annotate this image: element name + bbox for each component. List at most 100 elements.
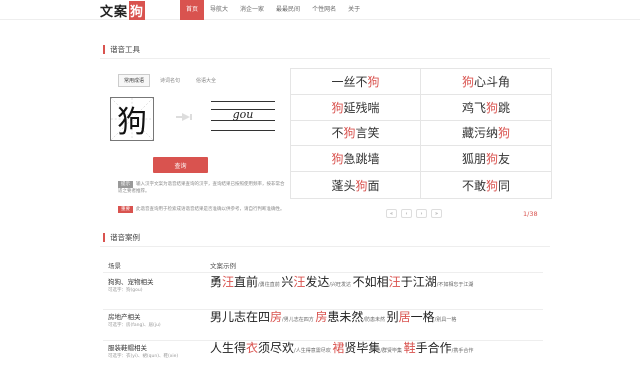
tool-tab[interactable]: 俗语大全 <box>190 74 222 87</box>
pinyin-text: gou <box>232 108 254 121</box>
idiom-cell[interactable]: 狗心斗角 <box>421 69 551 95</box>
idiom-text: 鸡飞 <box>461 100 486 115</box>
nav-item[interactable]: 个性网名 <box>306 0 342 20</box>
logo-text: 文案 <box>100 4 129 20</box>
scene-title: 狗狗、宠物相关 <box>108 278 154 286</box>
idiom-text: 不敢 <box>461 178 486 193</box>
page-count: 1/38 <box>523 210 538 218</box>
main-nav: 首页 导航大 消企一家 最最民间 个性网名 关于 <box>180 0 366 20</box>
example-text: 男儿志在四 <box>210 310 271 324</box>
example-text: 不如相 <box>352 275 389 289</box>
example-highlight: 鞋 <box>403 341 416 355</box>
idiom-cell[interactable]: 藏污纳狗 <box>421 121 551 147</box>
case-example: 勇汪直前/勇往直前 兴汪发达/兴旺发达 不如相汪于江湖/不如相忘于江湖 <box>210 276 543 292</box>
tool-tabs: 常用成语 诗词名句 俗语大全 <box>118 74 222 87</box>
idiom-highlight: 狗 <box>331 152 344 167</box>
idiom-cell[interactable]: 狗延残喘 <box>291 94 421 121</box>
idiom-cell[interactable]: 狐朋狗友 <box>421 146 551 173</box>
example-text: 人生得 <box>210 341 247 355</box>
scene-title: 服装鞋帽相关 <box>108 344 147 352</box>
tip-tag: 提示 <box>118 181 133 188</box>
site-logo[interactable]: 文案狗 <box>100 0 146 20</box>
idiom-text: 藏污纳 <box>461 126 498 141</box>
scene-title: 房地产相关 <box>108 313 141 321</box>
example-highlight: 汪 <box>222 275 235 289</box>
idiom-text: 心斗角 <box>474 74 511 89</box>
pinyin-display: gou <box>211 101 275 131</box>
input-char: 狗 <box>117 105 147 140</box>
tip-1: 提示 输入汉字文案为谐音结果查询的汉字，查询结果已按照使用频率，按非常合适之要者推… <box>118 181 288 195</box>
tool-section-divider <box>100 58 550 59</box>
case-section-divider <box>100 246 550 247</box>
example-text: 直前 <box>234 275 259 289</box>
query-button[interactable]: 查询 <box>153 157 208 173</box>
idiom-highlight: 狗 <box>485 152 498 167</box>
logo-highlight: 狗 <box>129 0 146 20</box>
example-text: 发达 <box>305 275 330 289</box>
scene-chars: 可选字：衣(yi)、裙(qun)、鞋(xie) <box>108 354 179 359</box>
case-example: 男儿志在四房/男儿志在四方 房患未然/防患未然 别居一格/别具一格 <box>210 311 543 327</box>
idiom-cell[interactable]: 不敢狗同 <box>421 172 551 198</box>
idiom-text: 言笑 <box>355 126 380 141</box>
example-text: 一格 <box>410 310 435 324</box>
idiom-highlight: 狗 <box>343 126 356 141</box>
example-text: 兴 <box>281 275 294 289</box>
idiom-text: 狐朋 <box>461 152 486 167</box>
example-text: /不如相忘于江湖 <box>436 282 474 288</box>
example-highlight: 汪 <box>293 275 306 289</box>
example-text: 贤毕集 <box>344 341 381 355</box>
case-scene: 服装鞋帽相关可选字：衣(yi)、裙(qun)、鞋(xie) <box>108 344 198 360</box>
nav-item[interactable]: 消企一家 <box>234 0 270 20</box>
nav-item[interactable]: 关于 <box>342 0 366 20</box>
idiom-cell[interactable]: 一丝不狗 <box>291 69 421 95</box>
case-section-title: 谐音案例 <box>103 233 140 242</box>
example-text: /人生得意需尽欢 <box>294 348 333 354</box>
idiom-highlight: 狗 <box>355 178 368 193</box>
example-highlight: 房 <box>270 310 283 324</box>
case-example: 人生得衣须尽欢/人生得意需尽欢 裙贤毕集/群贤毕集 鞋手合作/携手合作 <box>210 342 543 358</box>
idiom-text: 同 <box>498 178 511 193</box>
idiom-text: 一丝不 <box>331 74 368 89</box>
example-highlight: 衣 <box>246 341 259 355</box>
example-text: 勇 <box>210 275 223 289</box>
example-text: 须尽欢 <box>258 341 295 355</box>
scene-chars: 可选字：房(fang)、居(ju) <box>108 323 161 328</box>
prev-page-button[interactable]: ‹ <box>401 209 412 218</box>
idiom-highlight: 狗 <box>461 74 474 89</box>
nav-item[interactable]: 最最民间 <box>270 0 306 20</box>
tool-section-title: 谐音工具 <box>103 45 140 54</box>
first-page-button[interactable]: « <box>386 209 397 218</box>
idiom-cell[interactable]: 蓬头狗面 <box>291 172 421 198</box>
nav-item[interactable]: 导航大 <box>204 0 234 20</box>
last-page-button[interactable]: » <box>431 209 442 218</box>
example-text: /兴旺发达 <box>329 282 353 288</box>
example-text: 于江湖 <box>400 275 437 289</box>
example-highlight: 裙 <box>332 341 345 355</box>
idiom-cell[interactable]: 不狗言笑 <box>291 120 421 147</box>
arrow-right-icon <box>176 113 192 121</box>
pinyin-line <box>211 130 275 131</box>
pinyin-line <box>211 101 275 102</box>
tip-2: 重要 此谐音查询用于检索成语谐音结果是否准确以供参考，请自行判断准确性。 <box>118 206 288 213</box>
idiom-text: 蓬头 <box>331 178 356 193</box>
nav-item[interactable]: 首页 <box>180 0 205 20</box>
scene-chars: 可选字：狗(gou) <box>108 288 143 293</box>
idiom-highlight: 狗 <box>485 178 498 193</box>
idiom-cell[interactable]: 鸡飞狗跳 <box>421 95 551 121</box>
idiom-text: 延残喘 <box>343 100 380 115</box>
tool-tab[interactable]: 诗词名句 <box>154 74 186 87</box>
pagination: « ‹ › » <box>386 209 442 218</box>
char-input-box[interactable]: 狗 <box>110 97 154 141</box>
example-text: 患未然 <box>327 310 364 324</box>
tip-tag: 重要 <box>118 206 133 213</box>
tool-tab[interactable]: 常用成语 <box>118 74 151 87</box>
example-text: /男儿志在四方 <box>282 317 316 323</box>
idiom-text: 不 <box>331 126 344 141</box>
col-scene-header: 场景 <box>108 262 121 270</box>
idiom-text: 急跳墙 <box>343 152 380 167</box>
next-page-button[interactable]: › <box>416 209 427 218</box>
example-text: 手合作 <box>415 341 452 355</box>
idiom-cell[interactable]: 狗急跳墙 <box>291 146 421 173</box>
example-highlight: 汪 <box>388 275 401 289</box>
idiom-text: 友 <box>498 152 511 167</box>
